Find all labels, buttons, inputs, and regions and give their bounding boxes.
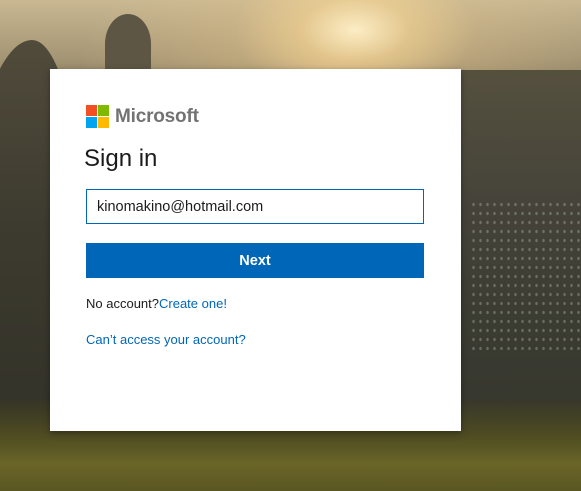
background-peak <box>105 14 151 74</box>
cant-access-account-link[interactable]: Can’t access your account? <box>86 332 246 347</box>
signin-card: Microsoft Sign in Next No account?Create… <box>50 69 461 431</box>
microsoft-logo: Microsoft <box>86 105 199 128</box>
microsoft-logo-icon <box>86 105 109 128</box>
no-account-label: No account? <box>86 296 159 311</box>
no-account-row: No account?Create one! <box>86 296 227 311</box>
next-button[interactable]: Next <box>86 243 424 278</box>
logo-green-square <box>98 105 109 116</box>
email-field[interactable] <box>86 189 424 224</box>
create-account-link[interactable]: Create one! <box>159 296 227 311</box>
background-city <box>470 200 580 350</box>
logo-text: Microsoft <box>115 105 199 127</box>
logo-blue-square <box>86 117 97 128</box>
page-title: Sign in <box>84 145 158 172</box>
logo-red-square <box>86 105 97 116</box>
logo-yellow-square <box>98 117 109 128</box>
